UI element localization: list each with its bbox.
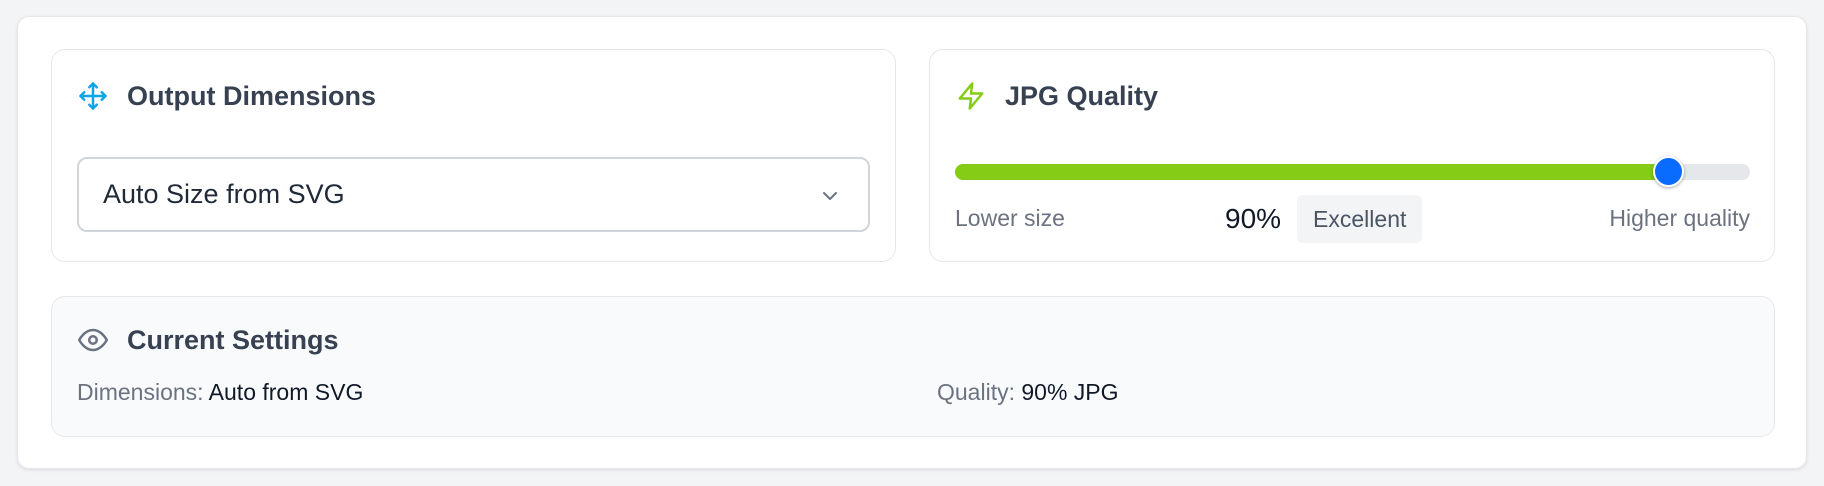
summary-dimensions-label: Dimensions: (77, 379, 204, 405)
output-dimensions-title: Output Dimensions (127, 80, 376, 111)
quality-range-row: Lower size 90% Excellent Higher quality (955, 195, 1750, 243)
settings-panel: Output Dimensions Auto Size from SVG JPG… (17, 16, 1807, 469)
chevron-down-icon (818, 184, 842, 208)
quality-value: 90% (1225, 203, 1282, 234)
summary-dimensions-value: Auto from SVG (208, 379, 364, 405)
summary-quality: Quality: 90% JPG (937, 379, 1119, 406)
output-dimensions-header: Output Dimensions (77, 80, 376, 112)
current-settings-header: Current Settings (77, 324, 339, 356)
quality-slider-fill (955, 164, 1671, 180)
lightning-bolt-icon (955, 80, 987, 112)
dimensions-select-value: Auto Size from SVG (103, 179, 345, 209)
eye-icon (77, 324, 109, 356)
move-arrows-icon (77, 80, 109, 112)
summary-dimensions: Dimensions: Auto from SVG (77, 379, 363, 406)
summary-quality-value: 90% JPG (1021, 379, 1119, 405)
quality-slider[interactable] (955, 156, 1750, 187)
quality-readout: 90% Excellent (1225, 195, 1423, 243)
current-settings-card: Current Settings Dimensions: Auto from S… (51, 296, 1775, 437)
dimensions-select[interactable]: Auto Size from SVG (77, 157, 870, 232)
summary-quality-label: Quality: (937, 379, 1015, 405)
output-dimensions-card: Output Dimensions Auto Size from SVG (51, 49, 896, 262)
jpg-quality-title: JPG Quality (1005, 80, 1159, 111)
higher-quality-label: Higher quality (1609, 205, 1750, 231)
lower-size-label: Lower size (955, 205, 1065, 231)
quality-slider-thumb[interactable] (1653, 156, 1685, 187)
quality-badge: Excellent (1297, 195, 1423, 243)
current-settings-title: Current Settings (127, 324, 339, 355)
jpg-quality-card: JPG Quality Lower size 90% Excellent Hig… (929, 49, 1775, 262)
jpg-quality-header: JPG Quality (955, 80, 1158, 112)
